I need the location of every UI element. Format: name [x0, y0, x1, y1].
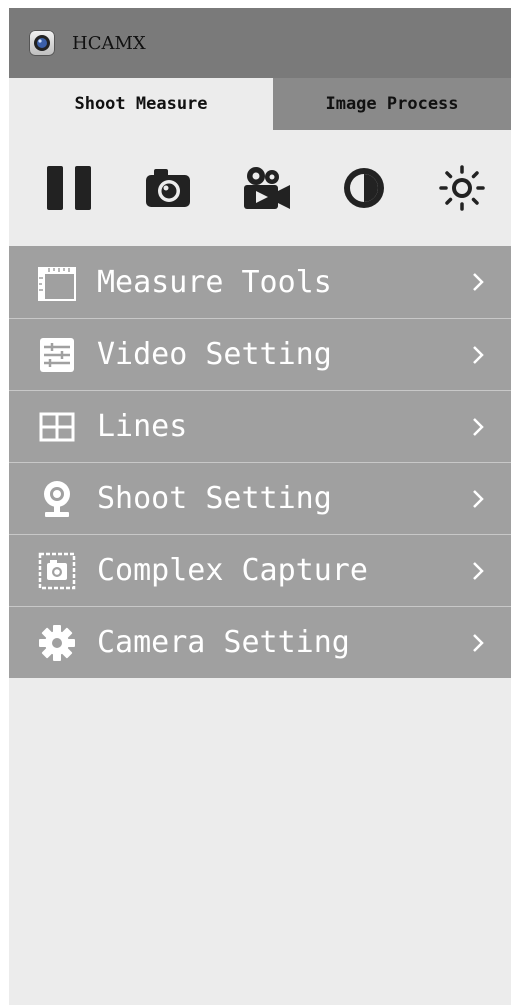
pause-icon: [47, 166, 91, 210]
menu-label: Video Setting: [97, 337, 332, 372]
contrast-icon: [344, 168, 384, 208]
camera-icon: [146, 169, 190, 207]
app-title: HCAMX: [72, 32, 146, 54]
chevron-right-icon: [471, 416, 485, 438]
app-window: HCAMX Shoot Measure Image Process Measur…: [9, 8, 511, 1005]
menu-item-lines[interactable]: Lines: [9, 390, 511, 462]
tab-bar: Shoot Measure Image Process: [9, 78, 511, 130]
menu-item-shoot-setting[interactable]: Shoot Setting: [9, 462, 511, 534]
menu-item-camera-setting[interactable]: Camera Setting: [9, 606, 511, 678]
menu-item-video-setting[interactable]: Video Setting: [9, 318, 511, 390]
brightness-button[interactable]: [434, 160, 490, 216]
title-bar: HCAMX: [9, 8, 511, 78]
chevron-right-icon: [471, 271, 485, 293]
app-logo-icon: [29, 30, 55, 56]
capture-frame-icon: [38, 552, 76, 589]
menu-label: Lines: [97, 409, 188, 444]
grid-icon: [39, 412, 75, 441]
tab-shoot-measure[interactable]: Shoot Measure: [9, 78, 273, 130]
snapshot-button[interactable]: [140, 160, 196, 216]
ruler-icon: [38, 267, 76, 301]
webcam-icon: [44, 480, 70, 517]
menu-item-measure-tools[interactable]: Measure Tools: [9, 246, 511, 318]
chevron-right-icon: [471, 344, 485, 366]
record-button[interactable]: [238, 160, 294, 216]
settings-menu: Measure Tools Video Setting Lines Shoot …: [9, 246, 511, 678]
toolbar: [9, 130, 511, 246]
pause-button[interactable]: [42, 160, 98, 216]
menu-label: Measure Tools: [97, 264, 332, 300]
chevron-right-icon: [471, 560, 485, 582]
menu-label: Camera Setting: [97, 625, 350, 660]
menu-label: Complex Capture: [97, 553, 368, 588]
tab-image-process[interactable]: Image Process: [273, 78, 511, 130]
video-record-icon: [244, 167, 290, 209]
menu-label: Shoot Setting: [97, 481, 332, 516]
menu-item-complex-capture[interactable]: Complex Capture: [9, 534, 511, 606]
chevron-right-icon: [471, 488, 485, 510]
gear-icon: [39, 624, 75, 661]
brightness-icon: [439, 165, 485, 211]
contrast-button[interactable]: [336, 160, 392, 216]
sliders-icon: [40, 337, 74, 372]
chevron-right-icon: [471, 632, 485, 654]
